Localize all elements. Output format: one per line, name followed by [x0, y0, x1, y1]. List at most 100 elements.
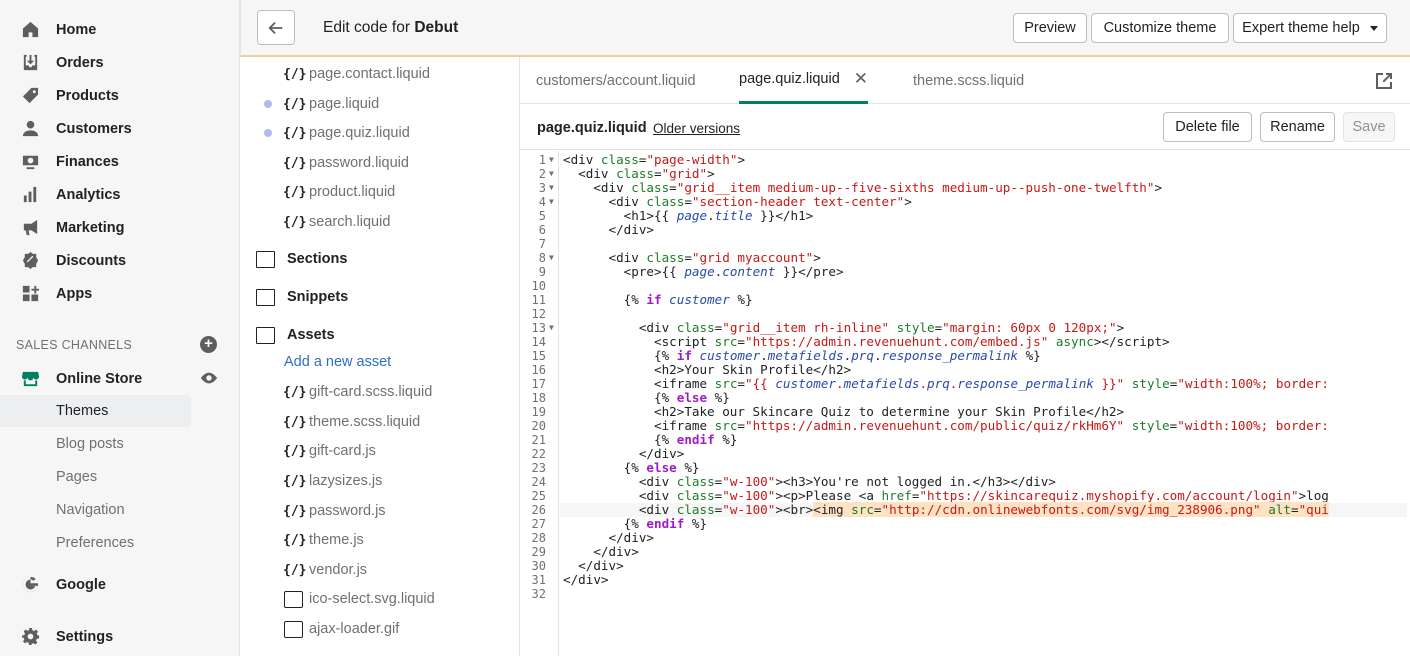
modified-dot [264, 100, 272, 108]
line-number: 21 [531, 433, 546, 447]
tab-label: customers/account.liquid [536, 72, 696, 89]
add-new-asset-link[interactable]: Add a new asset [284, 354, 391, 370]
fold-arrow-icon[interactable]: ▼ [549, 153, 554, 167]
line-number: 10 [531, 279, 546, 293]
sidebar-subitem-preferences[interactable]: Preferences [0, 527, 191, 559]
code-line: <iframe src="https://admin.revenuehunt.c… [563, 418, 1329, 433]
line-number: 20 [531, 419, 546, 433]
sidebar-item-marketing[interactable]: Marketing [0, 211, 240, 244]
folder-sections[interactable]: Sections [256, 245, 347, 273]
file-name: product.liquid [309, 184, 396, 200]
liquid-file-icon: {/} [283, 155, 307, 171]
code-line: <div class="w-100"><p>Please <a href="ht… [563, 488, 1329, 503]
sidebar-subitem-pages[interactable]: Pages [0, 461, 191, 493]
code-line: <script src="https://admin.revenuehunt.c… [563, 334, 1170, 349]
sidebar-item-home[interactable]: Home [0, 13, 240, 46]
code-line: <div class="grid"> [563, 166, 715, 181]
file-name: password.liquid [309, 155, 409, 171]
line-number: 23 [531, 461, 546, 475]
code-line: {% else %} [563, 390, 730, 405]
folder-assets[interactable]: Assets [256, 321, 335, 349]
folder-name: Snippets [287, 289, 349, 305]
line-number-gutter: 1 ▼ 2 ▼ 3 ▼ 4 ▼ 5 6 7 8 ▼ 9 10 11 12 13 ▼ 14 15 16 17 18 19 20 21 2… [520, 151, 559, 656]
line-number: 12 [531, 307, 546, 321]
line-number: 30 [531, 559, 546, 573]
folder-snippets[interactable]: Snippets [256, 283, 348, 311]
older-versions-link[interactable]: Older versions [653, 121, 740, 136]
sidebar-item-google[interactable]: Google [0, 568, 240, 601]
file-name: page.liquid [309, 96, 380, 112]
fold-arrow-icon[interactable]: ▼ [549, 321, 554, 335]
save-button[interactable]: Save [1343, 112, 1395, 142]
sidebar-item-settings[interactable]: Settings [0, 620, 240, 653]
expand-icon[interactable] [1374, 71, 1394, 91]
tag-icon [20, 86, 40, 106]
code-line: {% endif %} [563, 516, 708, 531]
theme-name: Debut [414, 19, 459, 36]
code-line: {% if customer %} [563, 292, 753, 307]
folder-name: Assets [287, 327, 335, 343]
sidebar-item-products[interactable]: Products [0, 79, 240, 112]
code-line: </div> [563, 446, 685, 461]
sidebar-item-label: Apps [56, 285, 93, 302]
code-area[interactable]: 1 ▼ 2 ▼ 3 ▼ 4 ▼ 5 6 7 8 ▼ 9 10 11 12 13 ▼ 14 15 16 17 18 19 20 21 2… [520, 151, 1410, 656]
tab-customers-account[interactable]: customers/account.liquid [536, 57, 696, 104]
liquid-file-icon: {/} [283, 384, 307, 400]
sidebar-item-finances[interactable]: Finances [0, 145, 240, 178]
code-line: {% endif %} [563, 432, 738, 447]
customize-theme-button[interactable]: Customize theme [1091, 13, 1229, 43]
person-icon [20, 119, 40, 139]
code-line: </div> [563, 222, 654, 237]
code-line: <pre>{{ page.content }}</pre> [563, 264, 844, 279]
rename-button[interactable]: Rename [1260, 112, 1335, 142]
code-line: <iframe src="{{ customer.metafields.prq.… [563, 376, 1329, 391]
caret-down-icon [1369, 25, 1378, 31]
line-number: 19 [531, 405, 546, 419]
line-number: 32 [531, 587, 546, 601]
sidebar-item-customers[interactable]: Customers [0, 112, 240, 145]
line-number: 16 [531, 363, 546, 377]
sidebar-subitem-themes[interactable]: Themes [0, 395, 191, 427]
fold-arrow-icon[interactable]: ▼ [549, 181, 554, 195]
fold-arrow-icon[interactable]: ▼ [549, 251, 554, 265]
eye-icon[interactable] [200, 369, 218, 387]
fold-arrow-icon[interactable]: ▼ [549, 195, 554, 209]
code-line: <h1>{{ page.title }}</h1> [563, 208, 814, 223]
code-editor-panel: customers/account.liquid page.quiz.liqui… [520, 57, 1410, 656]
file-name: theme.scss.liquid [309, 414, 421, 430]
preview-button[interactable]: Preview [1013, 13, 1087, 43]
sidebar-item-label: Finances [56, 153, 119, 170]
back-button[interactable] [257, 10, 295, 45]
tab-theme-scss[interactable]: theme.scss.liquid [913, 57, 1024, 104]
code-line: <div class="section-header text-center"> [563, 194, 912, 209]
sidebar-item-discounts[interactable]: Discounts [0, 244, 240, 277]
folder-name: Sections [287, 251, 348, 267]
image-file-icon [284, 590, 303, 608]
line-number: 25 [531, 489, 546, 503]
line-number: 28 [531, 531, 546, 545]
fold-arrow-icon[interactable]: ▼ [549, 167, 554, 181]
liquid-file-icon: {/} [283, 125, 307, 141]
code-line: </div> [563, 558, 624, 573]
add-channel-icon[interactable]: + [200, 336, 217, 353]
code-line: <div class="grid myaccount"> [563, 250, 821, 265]
finances-icon [20, 152, 40, 172]
sidebar-item-label: Home [56, 21, 97, 38]
sidebar-item-orders[interactable]: Orders [0, 46, 240, 79]
file-name: ajax-loader.gif [309, 621, 400, 637]
code-line: </div> [563, 544, 639, 559]
sidebar-subitem-navigation[interactable]: Navigation [0, 494, 191, 526]
sidebar-subitem-blog-posts[interactable]: Blog posts [0, 428, 191, 460]
expert-theme-help-button[interactable]: Expert theme help [1233, 13, 1387, 43]
close-icon[interactable]: ✕ [854, 69, 868, 89]
liquid-file-icon: {/} [283, 414, 307, 430]
sidebar-item-analytics[interactable]: Analytics [0, 178, 240, 211]
delete-file-button[interactable]: Delete file [1163, 112, 1252, 142]
admin-sidebar: Home Orders Products Customers Finances … [0, 0, 240, 656]
line-number: 11 [531, 293, 546, 307]
line-number: 2 [538, 167, 546, 181]
tab-page-quiz[interactable]: page.quiz.liquid ✕ [739, 57, 869, 104]
code-line: {% else %} [563, 460, 700, 475]
sidebar-item-apps[interactable]: Apps [0, 277, 240, 310]
page-title: Edit code for Debut [323, 19, 458, 37]
